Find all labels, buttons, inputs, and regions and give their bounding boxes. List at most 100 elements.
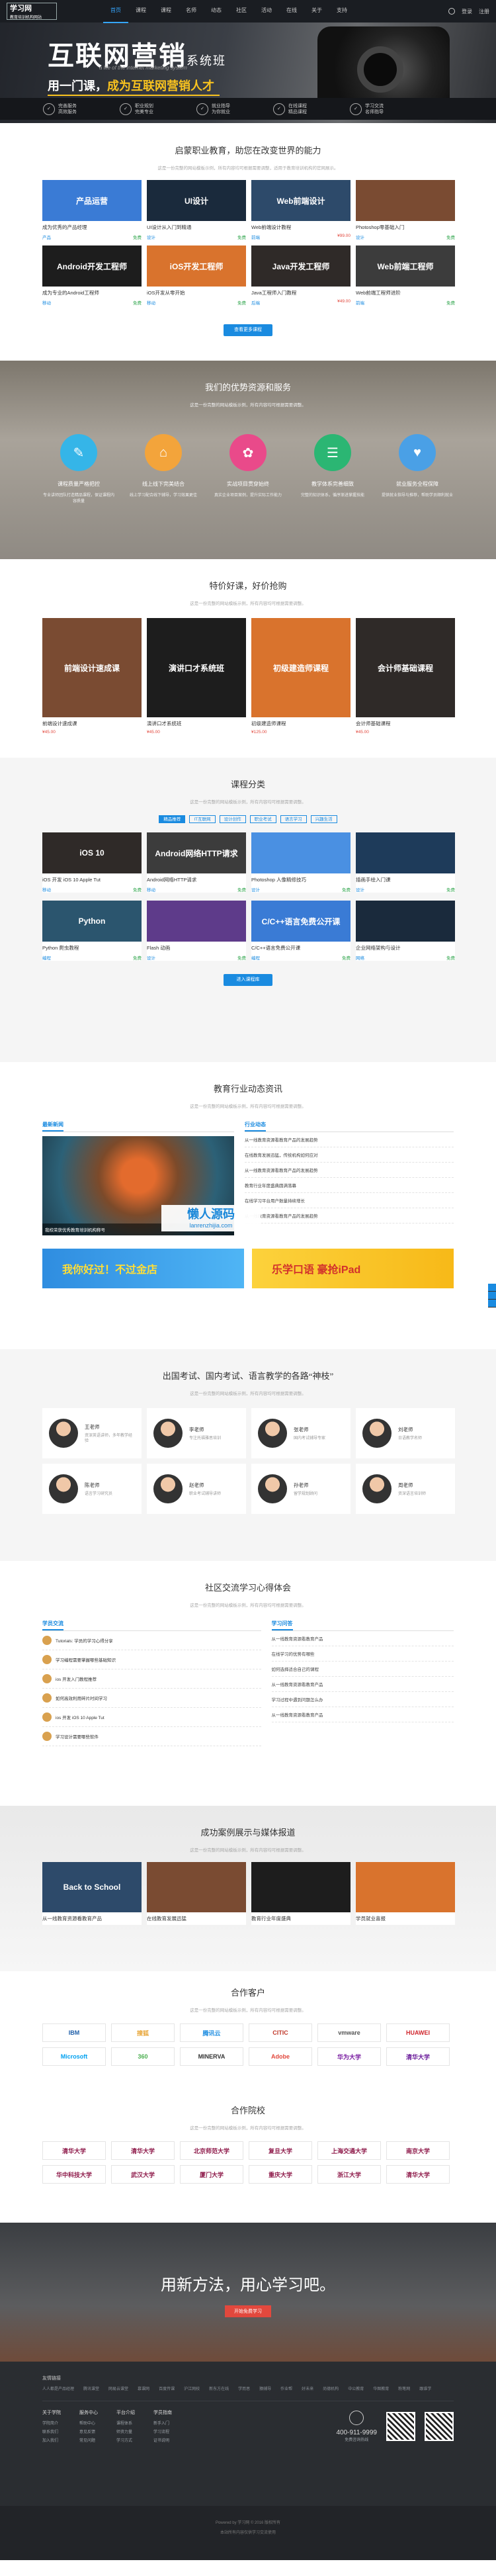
course-card[interactable]: 插画手绘入门课 设计 免费 — [356, 832, 455, 893]
course-card[interactable]: 演讲口才系统班 演讲口才系统班 ¥45.00 — [147, 618, 246, 734]
qa-title[interactable]: 学习过程中遇到问题怎么办 — [272, 1696, 323, 1703]
teacher-card[interactable]: 孙老师 留学规划顾问 — [251, 1464, 351, 1514]
course-thumbnail[interactable]: Back to School — [42, 1862, 142, 1912]
course-card[interactable]: 前端设计速成课 前端设计速成课 ¥45.00 — [42, 618, 142, 734]
course-name[interactable]: 从一线教育资源看教育产品 — [42, 1915, 142, 1922]
category-tab[interactable]: 设计创作 — [219, 815, 246, 823]
news-item[interactable]: 从一线教育资源看教育产品的发展趋势 — [245, 1163, 454, 1178]
category-tab[interactable]: 兴趣生活 — [310, 815, 337, 823]
ad-banner-1[interactable]: 我你好过！不过金店 — [42, 1249, 244, 1288]
course-name[interactable]: Flash 动画 — [147, 944, 246, 952]
course-name[interactable]: 在线教育发展迅猛 — [147, 1915, 246, 1922]
course-name[interactable]: iOS 开发 iOS 10 Apple Tut — [42, 876, 142, 883]
course-thumbnail[interactable]: iOS 10 — [42, 832, 142, 873]
course-card[interactable]: Java开发工程师 Java工程师入门教程 后端 ¥49.00 — [251, 245, 351, 306]
university-logo[interactable]: 厦门大学 — [180, 2165, 243, 2184]
footer-link[interactable]: 百度传课 — [159, 2385, 175, 2391]
news-title[interactable]: 从一线教育资源看教育产品的发展趋势 — [245, 1167, 318, 1173]
partner-logo[interactable]: vmware — [317, 2023, 381, 2042]
footer-col-link[interactable]: 新手入门 — [153, 2420, 172, 2426]
course-name[interactable]: iOS开发从零开始 — [147, 289, 246, 296]
nav-item-1[interactable]: 课程 — [128, 0, 153, 23]
footer-link[interactable]: 跟谁学 — [419, 2385, 431, 2391]
footer-col-link[interactable]: 课程体系 — [116, 2420, 135, 2426]
nav-item-9[interactable]: 支持 — [329, 0, 354, 23]
course-card[interactable]: 在线教育发展迅猛 — [147, 1862, 246, 1925]
course-card[interactable]: Flash 动画 设计 免费 — [147, 901, 246, 961]
university-logo[interactable]: 重庆大学 — [249, 2165, 312, 2184]
course-thumbnail[interactable] — [251, 832, 351, 873]
qa-title[interactable]: 如何选择适合自己的课程 — [272, 1666, 319, 1672]
course-name[interactable]: 会计师基础课程 — [356, 720, 455, 727]
category-tab[interactable]: 语言学习 — [280, 815, 307, 823]
footer-col-link[interactable]: 证书说明 — [153, 2437, 172, 2443]
course-name[interactable]: Java工程师入门教程 — [251, 289, 351, 296]
category-tab[interactable]: 精品推荐 — [159, 815, 186, 823]
university-logo[interactable]: 武汉大学 — [111, 2165, 175, 2184]
partner-logo[interactable]: Microsoft — [42, 2047, 106, 2066]
course-name[interactable]: 教育行业年度盛典 — [251, 1915, 351, 1922]
footer-col-link[interactable]: 学习方式 — [116, 2437, 135, 2443]
course-thumbnail[interactable]: 初级建造师课程 — [251, 618, 351, 717]
course-thumbnail[interactable]: UI设计 — [147, 180, 246, 221]
course-card[interactable]: 学员就业喜报 — [356, 1862, 455, 1925]
course-thumbnail[interactable]: Android网络HTTP请求 — [147, 832, 246, 873]
course-card[interactable]: 企业网络架构与设计 网络 免费 — [356, 901, 455, 961]
footer-col-link[interactable]: 学习流程 — [153, 2428, 172, 2434]
footer-link[interactable]: 慕课网 — [138, 2385, 149, 2391]
qa-title[interactable]: 从一线教育资源看教育产品 — [272, 1635, 323, 1642]
news-title[interactable]: 在线教育发展迅猛，传统机构如何应对 — [245, 1151, 318, 1158]
course-card[interactable]: Android开发工程师 成为专业的Android工程师 移动 免费 — [42, 245, 142, 306]
news-title[interactable]: 教育行业年度盛典圆满落幕 — [245, 1182, 296, 1188]
course-card[interactable]: Python Python 爬虫教程 编程 免费 — [42, 901, 142, 961]
footer-link[interactable]: 沪江网校 — [184, 2385, 200, 2391]
course-thumbnail[interactable]: Python — [42, 901, 142, 942]
qa-item[interactable]: 学习过程中遇到问题怎么办 — [271, 1692, 454, 1707]
post-title[interactable]: Tutorials: 学员的学习心得分享 — [56, 1637, 113, 1644]
partner-logo[interactable]: IBM — [42, 2023, 106, 2042]
university-logo[interactable]: 清华大学 — [386, 2165, 450, 2184]
post-item[interactable]: 学习设计需要哪些软件 — [42, 1727, 261, 1746]
register-link[interactable]: 注册 — [479, 8, 489, 15]
course-card[interactable]: Photoshop零基础入门 设计 免费 — [356, 180, 455, 240]
course-name[interactable]: 插画手绘入门课 — [356, 876, 455, 883]
partner-logo[interactable]: 清华大学 — [386, 2047, 450, 2066]
partner-logo[interactable]: 腾讯云 — [180, 2023, 243, 2042]
footer-link[interactable]: 作业帮 — [280, 2385, 292, 2391]
footer-col-link[interactable]: 师资力量 — [116, 2428, 135, 2434]
course-thumbnail[interactable]: 会计师基础课程 — [356, 618, 455, 717]
course-card[interactable]: Web前端工程师 Web前端工程师进阶 前端 免费 — [356, 245, 455, 306]
course-thumbnail[interactable]: Android开发工程师 — [42, 245, 142, 287]
teacher-card[interactable]: 李老师 专注托福雅思培训 — [147, 1408, 246, 1458]
partner-logo[interactable]: Adobe — [249, 2047, 312, 2066]
post-title[interactable]: 学习设计需要哪些软件 — [56, 1733, 99, 1740]
partner-logo[interactable]: MINERVA — [180, 2047, 243, 2066]
course-card[interactable]: UI设计 UI设计从入门到精通 设计 免费 — [147, 180, 246, 240]
qa-item[interactable]: 从一线教育资源看教育产品 — [271, 1677, 454, 1692]
footer-col-link[interactable]: 意见反馈 — [79, 2428, 98, 2434]
footer-link[interactable]: 粉笔网 — [398, 2385, 410, 2391]
course-thumbnail[interactable] — [251, 1862, 351, 1912]
course-name[interactable]: 演讲口才系统班 — [147, 720, 246, 727]
course-card[interactable]: iOS 10 iOS 开发 iOS 10 Apple Tut 移动 免费 — [42, 832, 142, 893]
qa-item[interactable]: 从一线教育资源看教育产品 — [271, 1631, 454, 1646]
post-item[interactable]: 如何高效利用碎片时间学习 — [42, 1689, 261, 1708]
course-card[interactable]: C/C++语言免费公开课 C/C++语言免费公开课 编程 免费 — [251, 901, 351, 961]
footer-link[interactable]: 尚德机构 — [323, 2385, 339, 2391]
course-card[interactable]: Web前端设计 Web前端设计教程 前端 ¥99.00 — [251, 180, 351, 240]
course-library-button[interactable]: 进入课程库 — [224, 974, 272, 986]
footer-link[interactable]: 华图教育 — [373, 2385, 389, 2391]
side-tool-chat[interactable] — [488, 1284, 496, 1292]
course-name[interactable]: 学员就业喜报 — [356, 1915, 455, 1922]
course-name[interactable]: Python 爬虫教程 — [42, 944, 142, 952]
footer-link[interactable]: 猿辅导 — [259, 2385, 271, 2391]
footer-link[interactable]: 好未来 — [302, 2385, 313, 2391]
post-item[interactable]: ios 开发 iOS 10 Apple Tut — [42, 1708, 261, 1727]
course-thumbnail[interactable] — [147, 1862, 246, 1912]
nav-item-3[interactable]: 名师 — [179, 0, 204, 23]
footer-col-link[interactable]: 帮助中心 — [79, 2420, 98, 2426]
news-title[interactable]: 从一线教育资源看教育产品的发展趋势 — [245, 1136, 318, 1143]
login-link[interactable]: 登录 — [462, 8, 472, 15]
footer-col-link[interactable]: 联系我们 — [42, 2428, 61, 2434]
university-logo[interactable]: 北京师范大学 — [180, 2141, 243, 2160]
